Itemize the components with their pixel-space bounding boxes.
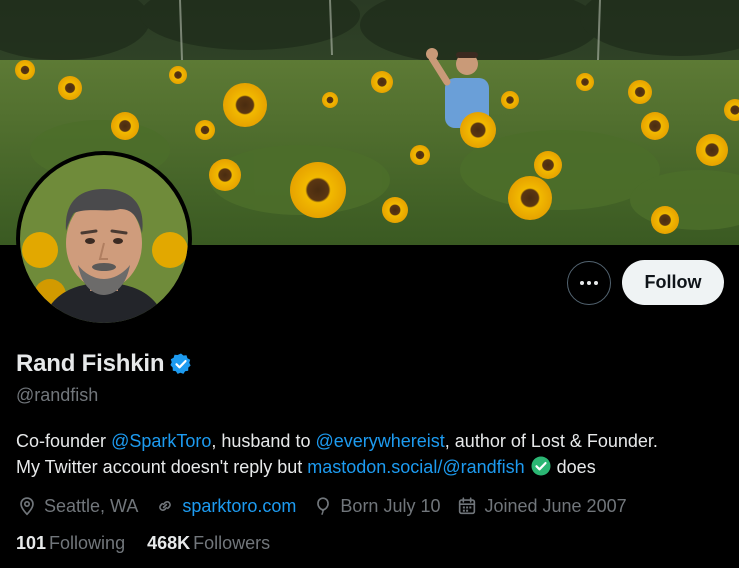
profile-meta: Seattle, WA sparktoro.com Born July 10 J… — [16, 493, 643, 519]
more-options-button[interactable] — [567, 261, 611, 305]
following-count: 101 — [16, 533, 47, 553]
website-link[interactable]: sparktoro.com — [182, 496, 296, 517]
bio-text: does — [551, 457, 596, 477]
bio-link-mastodon[interactable]: mastodon.social/@randfish — [307, 457, 524, 477]
profile-joined: Joined June 2007 — [456, 495, 627, 517]
bio-text: Co-founder — [16, 431, 112, 451]
following-link[interactable]: 101 Following — [16, 533, 125, 554]
link-icon — [159, 501, 172, 511]
bio-text: My Twitter account doesn't reply but — [16, 457, 308, 477]
balloon-icon — [317, 497, 330, 515]
follow-button[interactable]: Follow — [622, 260, 724, 305]
check-mark-emoji-icon — [531, 456, 551, 476]
bio-text: , author of Lost & Founder. — [444, 431, 658, 451]
followers-link[interactable]: 468K Followers — [147, 533, 270, 554]
profile-stats: 101 Following 468K Followers — [16, 533, 292, 554]
profile-bio: Co-founder @SparkToro, husband to @every… — [16, 428, 726, 480]
location-pin-icon — [20, 497, 34, 516]
bio-mention-everywhereist[interactable]: @everywhereist — [315, 431, 444, 451]
bio-text: , husband to — [211, 431, 316, 451]
bio-mention-sparktoro[interactable]: @SparkToro — [111, 431, 211, 451]
verified-badge-icon[interactable] — [169, 352, 193, 376]
location-text: Seattle, WA — [44, 495, 139, 516]
profile-name-row: Rand Fishkin — [16, 350, 193, 378]
followers-label: Followers — [193, 533, 271, 553]
more-horizontal-icon — [580, 281, 598, 285]
profile-handle: @randfish — [16, 385, 99, 405]
joined-text: Joined June 2007 — [484, 495, 627, 516]
profile-birthday: Born July 10 — [312, 495, 440, 517]
profile-website[interactable]: sparktoro.com — [154, 495, 296, 517]
birthday-text: Born July 10 — [340, 495, 441, 516]
profile-location: Seattle, WA — [16, 495, 138, 517]
display-name: Rand Fishkin — [16, 350, 165, 377]
profile-avatar[interactable] — [16, 151, 192, 327]
followers-count: 468K — [147, 533, 191, 553]
following-label: Following — [49, 533, 126, 553]
calendar-icon — [459, 497, 476, 515]
